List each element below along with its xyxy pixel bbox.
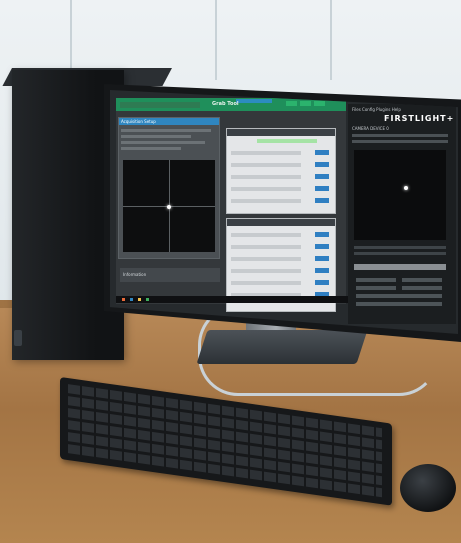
control-panel-header xyxy=(227,129,335,136)
window-blind-line xyxy=(330,0,332,80)
firstlight-button[interactable] xyxy=(356,286,396,290)
firstlight-image-view xyxy=(354,150,446,240)
acquisition-setting-row[interactable] xyxy=(121,129,211,132)
app-action-button[interactable] xyxy=(286,101,297,106)
grab-tool-window: Grab Tool Acquisition Setup Information xyxy=(116,98,352,312)
acquisition-setting-row[interactable] xyxy=(121,135,191,138)
photo-scene: Grab Tool Acquisition Setup Information … xyxy=(0,0,461,543)
pc-power-button xyxy=(14,330,22,346)
control-button[interactable] xyxy=(315,150,329,155)
firstlight-button[interactable] xyxy=(356,294,442,298)
control-button[interactable] xyxy=(315,174,329,179)
control-button[interactable] xyxy=(315,268,329,273)
taskbar-icon[interactable] xyxy=(130,298,133,301)
control-row[interactable] xyxy=(231,187,301,191)
firstlight-button[interactable] xyxy=(402,286,442,290)
control-button[interactable] xyxy=(315,256,329,261)
control-panel-header xyxy=(227,219,335,226)
control-panel-top xyxy=(226,128,336,214)
information-panel-title: Information xyxy=(123,272,147,277)
control-button[interactable] xyxy=(315,280,329,285)
firstlight-button[interactable] xyxy=(402,278,442,282)
firstlight-setting-row[interactable] xyxy=(354,246,446,249)
firstlight-logo: FIRSTLIGHT+ xyxy=(384,114,455,123)
app-tab-strip[interactable] xyxy=(120,102,200,108)
firstlight-tab-bar[interactable] xyxy=(354,264,446,270)
control-row[interactable] xyxy=(231,257,301,261)
control-row[interactable] xyxy=(231,233,301,237)
firstlight-status: CAMERA DEVICE 0 xyxy=(352,126,389,131)
app-action-button[interactable] xyxy=(300,101,311,106)
control-button[interactable] xyxy=(315,162,329,167)
firstlight-button[interactable] xyxy=(356,278,396,282)
control-row[interactable] xyxy=(231,199,301,203)
app-title: Grab Tool xyxy=(212,101,239,107)
taskbar-icon[interactable] xyxy=(138,298,141,301)
monitor-screen: Grab Tool Acquisition Setup Information … xyxy=(110,90,458,334)
control-row[interactable] xyxy=(231,269,301,273)
firstlight-button[interactable] xyxy=(356,302,442,306)
status-indicator xyxy=(257,139,317,143)
control-button[interactable] xyxy=(315,244,329,249)
acquisition-panel-title: Acquisition Setup xyxy=(121,119,156,124)
acquisition-panel-header: Acquisition Setup xyxy=(119,118,219,125)
control-row[interactable] xyxy=(231,281,301,285)
star-spot xyxy=(167,205,171,209)
app-highlight-tab[interactable] xyxy=(236,99,272,103)
firstlight-menu-bar[interactable]: Files Config Plugins Help xyxy=(352,107,401,112)
acquisition-setting-row[interactable] xyxy=(121,147,181,150)
firstlight-control-bar[interactable] xyxy=(352,140,448,143)
firstlight-control-bar[interactable] xyxy=(352,134,448,137)
app-titlebar: Grab Tool xyxy=(116,98,346,111)
window-blind-line xyxy=(215,0,217,80)
control-row[interactable] xyxy=(231,245,301,249)
firstlight-window: Files Config Plugins Help FIRSTLIGHT+ CA… xyxy=(348,104,456,324)
firstlight-setting-row[interactable] xyxy=(354,252,446,255)
control-button[interactable] xyxy=(315,198,329,203)
taskbar-icon[interactable] xyxy=(122,298,125,301)
taskbar-icon[interactable] xyxy=(146,298,149,301)
control-row[interactable] xyxy=(231,175,301,179)
acquisition-panel: Acquisition Setup xyxy=(118,117,220,259)
control-row[interactable] xyxy=(231,151,301,155)
star-spot xyxy=(404,186,408,190)
control-button[interactable] xyxy=(315,186,329,191)
camera-preview xyxy=(123,160,215,252)
taskbar xyxy=(116,296,352,303)
monitor-stand-base xyxy=(196,330,368,364)
control-button[interactable] xyxy=(315,232,329,237)
computer-mouse xyxy=(400,464,456,512)
acquisition-setting-row[interactable] xyxy=(121,141,205,144)
control-row[interactable] xyxy=(231,163,301,167)
app-action-button[interactable] xyxy=(314,101,325,106)
information-panel: Information xyxy=(120,268,220,282)
